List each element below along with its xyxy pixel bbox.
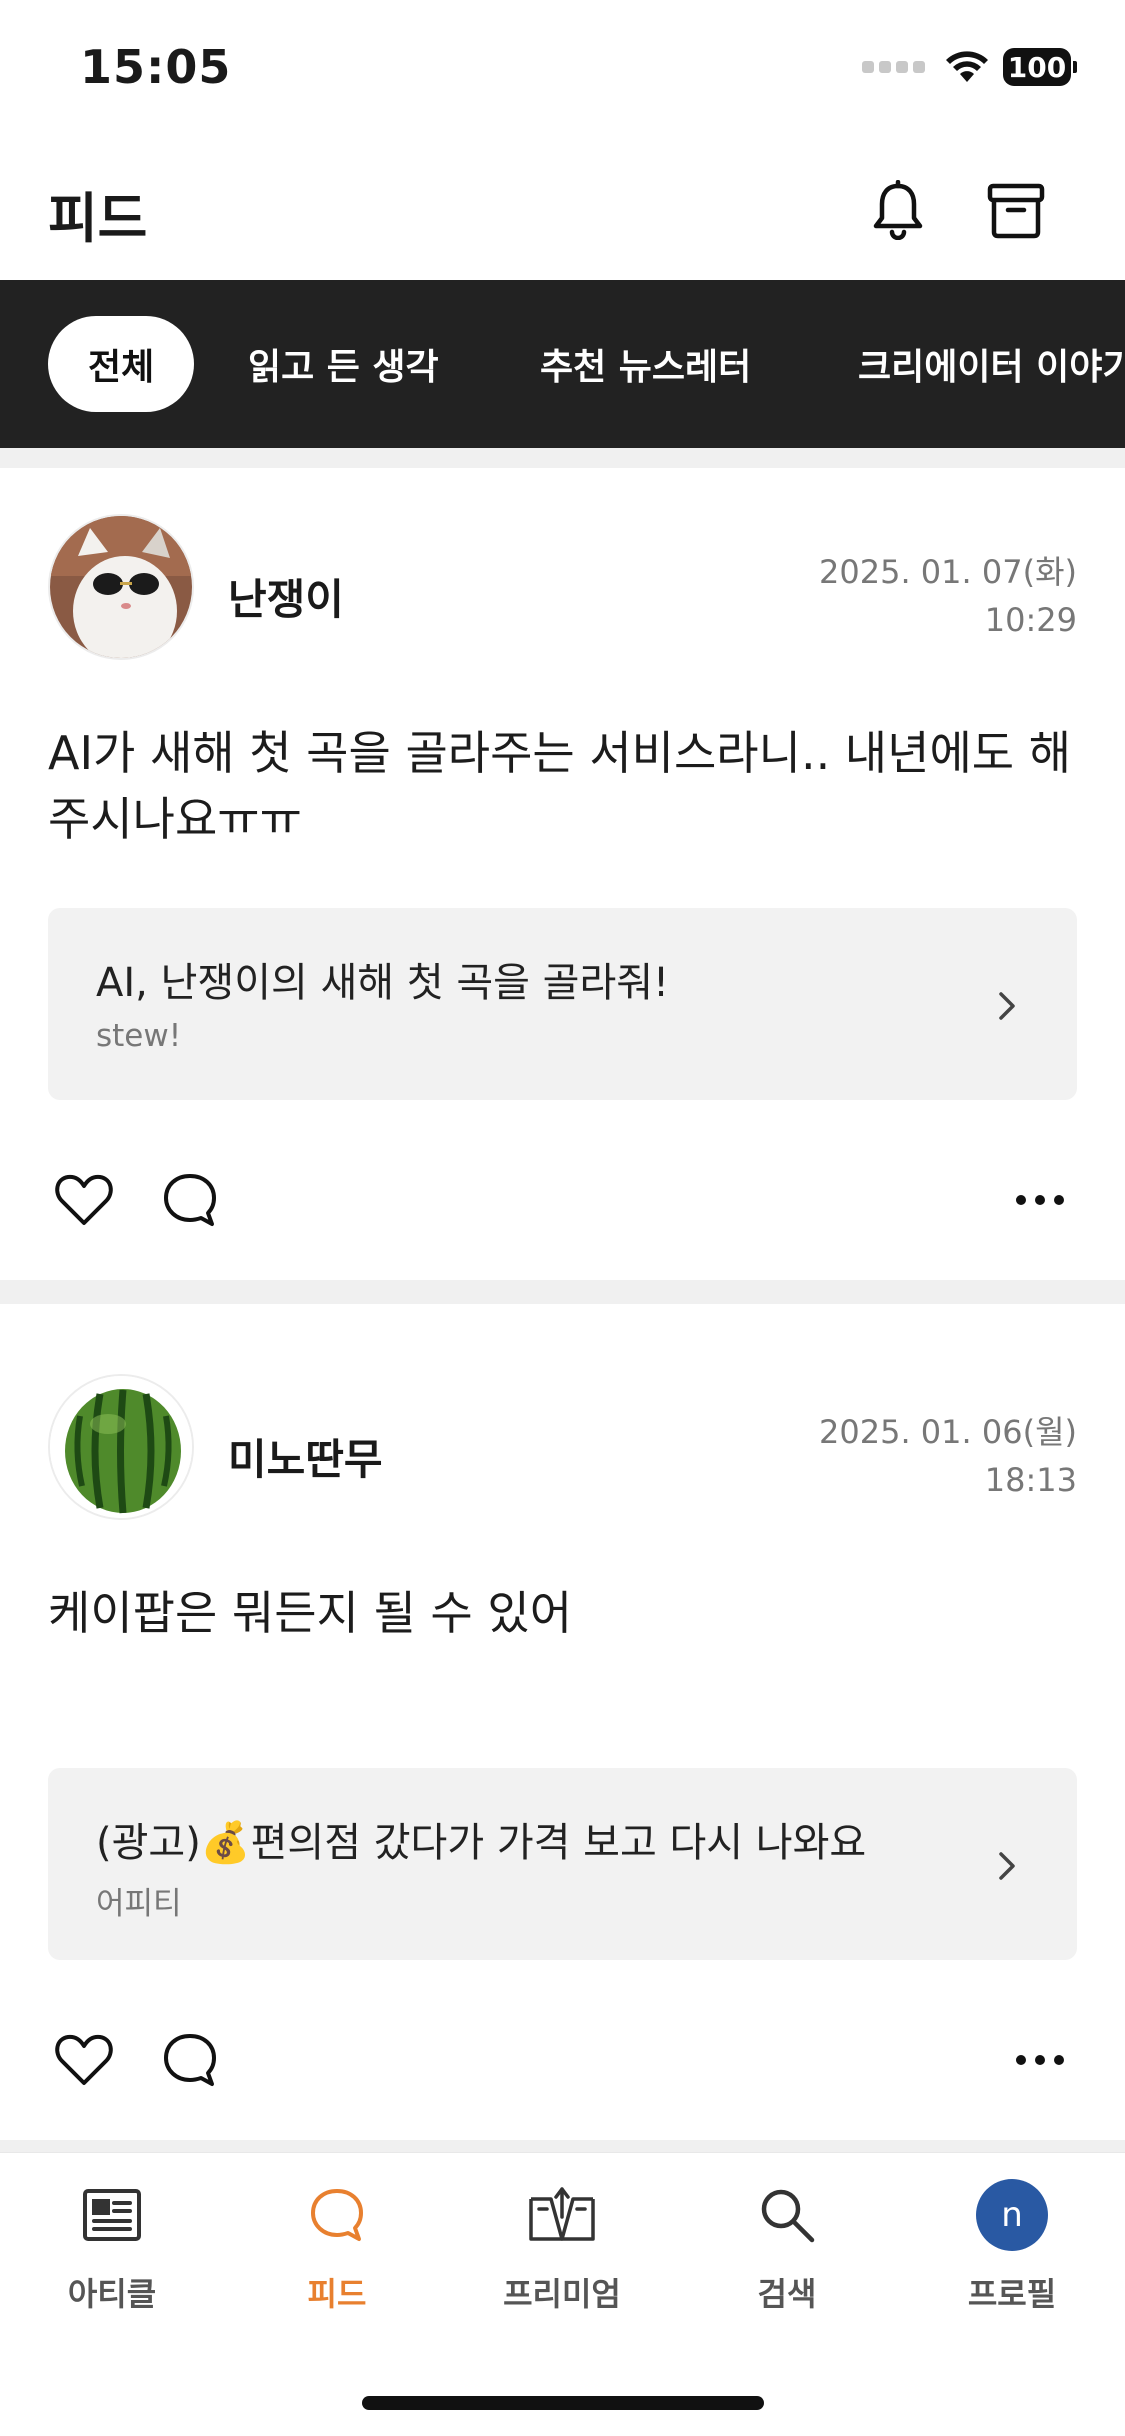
nav-label: 프로필 (967, 2275, 1057, 2313)
linked-article-source: stew! (96, 1018, 182, 1054)
post-content[interactable]: 케이팝은 뭐든지 될 수 있어 (48, 1580, 1078, 1646)
like-icon[interactable] (52, 2028, 116, 2092)
category-tabs: 전체 읽고 든 생각 추천 뉴스레터 크리에이터 이야기 (0, 280, 1125, 448)
nav-feed[interactable]: 피드 (237, 2177, 437, 2315)
nav-label: 검색 (757, 2275, 817, 2313)
post-date-time: 18:13 (984, 1461, 1077, 1499)
linked-article-card[interactable]: AI, 난쟁이의 새해 첫 곡을 골라줘! stew! (48, 908, 1077, 1100)
post-actions (0, 1148, 1125, 1248)
post-actions (0, 2008, 1125, 2108)
feed-icon (299, 2177, 375, 2253)
comment-icon[interactable] (158, 1168, 222, 1232)
nav-label: 아티클 (67, 2275, 157, 2313)
page-title: 피드 (48, 187, 148, 250)
profile-avatar: n (974, 2177, 1050, 2253)
article-icon (74, 2177, 150, 2253)
app-header: 피드 (0, 140, 1125, 280)
post-date-time: 10:29 (984, 601, 1077, 639)
like-icon[interactable] (52, 1168, 116, 1232)
nav-profile[interactable]: n 프로필 (912, 2177, 1112, 2315)
nav-article[interactable]: 아티클 (12, 2177, 212, 2315)
chevron-right-icon (999, 1852, 1015, 1880)
post-date-day: 2025. 01. 07(화) (819, 553, 1077, 591)
more-options-icon[interactable] (1008, 2028, 1072, 2092)
linked-article-source: 어피티 (96, 1886, 182, 1922)
author-avatar[interactable] (48, 1374, 194, 1520)
divider (0, 1280, 1125, 1304)
more-options-icon[interactable] (1008, 1168, 1072, 1232)
tab-reading-thoughts[interactable]: 읽고 든 생각 (248, 316, 439, 412)
tab-all[interactable]: 전체 (48, 316, 195, 412)
battery-icon: 100 (1003, 48, 1071, 86)
cellular-signal-icon (862, 61, 925, 73)
tab-creator-stories[interactable]: 크리에이터 이야기 (858, 316, 1125, 412)
post-content[interactable]: AI가 새해 첫 곡을 골라주는 서비스라니.. 내년에도 해주시나요ㅠㅠ (48, 720, 1078, 852)
post-date: 2025. 01. 06(월) 18:13 (819, 1408, 1077, 1504)
nav-label: 프리미엄 (503, 2275, 621, 2313)
author-name[interactable]: 미노딴무 (228, 1426, 383, 1487)
post-date: 2025. 01. 07(화) 10:29 (819, 548, 1077, 644)
comment-icon[interactable] (158, 2028, 222, 2092)
nav-label: 피드 (307, 2275, 367, 2313)
linked-article-title: AI, 난쟁이의 새해 첫 곡을 골라줘! (96, 960, 670, 1006)
archive-icon[interactable] (976, 170, 1056, 250)
feed-post: 미노딴무 2025. 01. 06(월) 18:13 케이팝은 뭐든지 될 수 … (0, 1328, 1125, 2140)
status-icons: 100 (862, 48, 1077, 86)
search-icon (749, 2177, 825, 2253)
tab-recommended-newsletters[interactable]: 추천 뉴스레터 (540, 316, 751, 412)
nav-premium[interactable]: 프리미엄 (462, 2177, 662, 2315)
home-indicator (362, 2396, 764, 2410)
status-bar: 15:05 100 (0, 0, 1125, 140)
premium-icon (524, 2177, 600, 2253)
feed-post: 난쟁이 2025. 01. 07(화) 10:29 AI가 새해 첫 곡을 골라… (0, 468, 1125, 1280)
author-name[interactable]: 난쟁이 (228, 566, 344, 627)
post-date-day: 2025. 01. 06(월) (819, 1413, 1077, 1451)
linked-article-card[interactable]: (광고)💰편의점 갔다가 가격 보고 다시 나와요 어피티 (48, 1768, 1077, 1960)
profile-avatar-letter: n (976, 2179, 1048, 2251)
divider (0, 448, 1125, 468)
bell-icon[interactable] (858, 170, 938, 250)
chevron-right-icon (999, 992, 1015, 1020)
linked-article-title: (광고)💰편의점 갔다가 가격 보고 다시 나와요 (96, 1820, 867, 1866)
status-time: 15:05 (80, 40, 232, 94)
battery-tip (1073, 61, 1077, 73)
bottom-navigation: 아티클 피드 프리미엄 검색 n 프로필 (0, 2152, 1125, 2436)
nav-search[interactable]: 검색 (687, 2177, 887, 2315)
divider (0, 2140, 1125, 2152)
wifi-icon (946, 51, 988, 82)
author-avatar[interactable] (48, 514, 194, 660)
